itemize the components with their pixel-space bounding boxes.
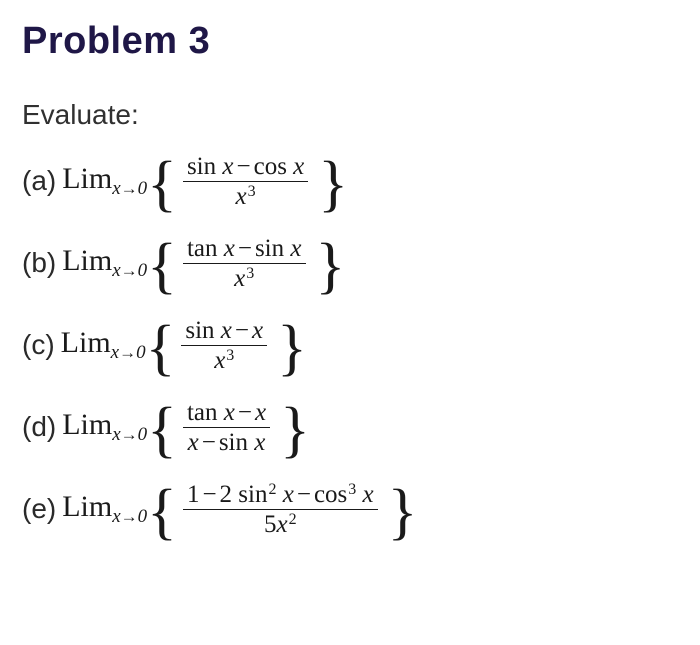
problem-item: (e) Limx→0 { 1−2 sin2 x−cos3 x 5x2 } xyxy=(22,469,678,549)
fraction: sin x−x x3 xyxy=(181,316,267,375)
fraction: tan x−x x−sin x xyxy=(183,398,270,457)
numerator: sin x−x xyxy=(181,316,267,346)
numerator: sin x−cos x xyxy=(183,152,308,182)
prompt-text: Evaluate: xyxy=(22,99,678,131)
item-label: (b) xyxy=(22,249,56,277)
fraction: sin x−cos x x3 xyxy=(183,152,308,211)
problem-list: (a) Limx→0 { sin x−cos x x3 } (b) Limx→0… xyxy=(22,141,678,549)
limit-operator: Limx→0 xyxy=(61,328,146,362)
limit-operator: Limx→0 xyxy=(62,410,147,444)
limit-operator: Limx→0 xyxy=(62,246,147,280)
denominator: 5x2 xyxy=(260,510,301,539)
lim-word: Lim xyxy=(62,244,112,277)
denominator: x3 xyxy=(230,264,258,293)
lim-word: Lim xyxy=(61,326,111,359)
limit-operator: Limx→0 xyxy=(62,164,147,198)
fraction: 1−2 sin2 x−cos3 x 5x2 xyxy=(183,480,378,539)
lim-word: Lim xyxy=(62,408,112,441)
numerator: 1−2 sin2 x−cos3 x xyxy=(183,480,378,510)
item-label: (c) xyxy=(22,331,55,359)
numerator: tan x−sin x xyxy=(183,234,306,264)
denominator: x−sin x xyxy=(184,428,270,457)
numerator: tan x−x xyxy=(183,398,270,428)
fraction: tan x−sin x x3 xyxy=(183,234,306,293)
limit-operator: Limx→0 xyxy=(62,492,147,526)
lim-subscript: x→0 xyxy=(112,506,147,527)
item-label: (d) xyxy=(22,413,56,441)
denominator: x3 xyxy=(232,182,260,211)
problem-item: (a) Limx→0 { sin x−cos x x3 } xyxy=(22,141,678,221)
lim-subscript: x→0 xyxy=(112,260,147,281)
denominator: x3 xyxy=(210,346,238,375)
lim-word: Lim xyxy=(62,490,112,523)
lim-subscript: x→0 xyxy=(111,342,146,363)
problem-title: Problem 3 xyxy=(22,20,678,63)
lim-subscript: x→0 xyxy=(112,424,147,445)
lim-subscript: x→0 xyxy=(112,178,147,199)
problem-item: (d) Limx→0 { tan x−x x−sin x } xyxy=(22,387,678,467)
item-label: (e) xyxy=(22,495,56,523)
problem-item: (c) Limx→0 { sin x−x x3 } xyxy=(22,305,678,385)
problem-item: (b) Limx→0 { tan x−sin x x3 } xyxy=(22,223,678,303)
lim-word: Lim xyxy=(62,162,112,195)
item-label: (a) xyxy=(22,167,56,195)
